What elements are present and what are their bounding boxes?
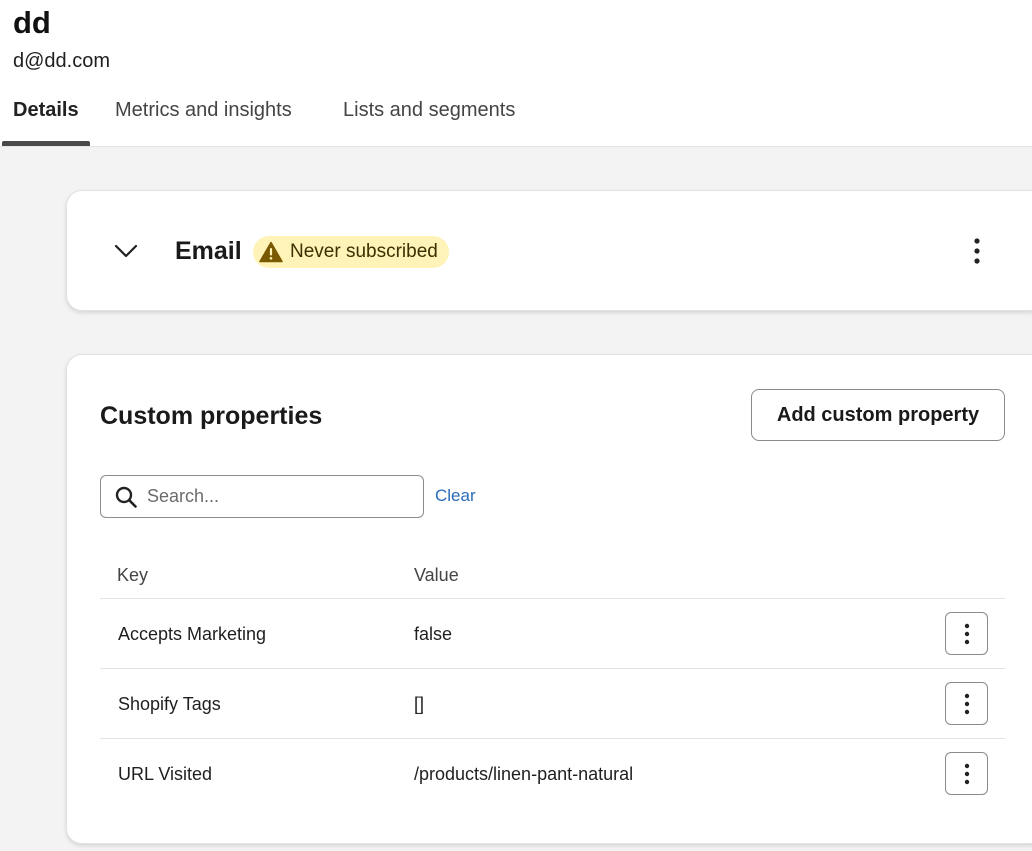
table-row: Shopify Tags [] bbox=[100, 668, 1005, 738]
status-badge: Never subscribed bbox=[253, 236, 449, 268]
add-custom-property-button[interactable]: Add custom property bbox=[751, 389, 1005, 441]
profile-name: dd bbox=[13, 5, 51, 40]
active-tab-indicator bbox=[2, 141, 90, 146]
row-menu-button[interactable] bbox=[945, 752, 988, 795]
column-header-value: Value bbox=[414, 565, 459, 585]
search-box bbox=[100, 475, 424, 518]
column-header-key: Key bbox=[117, 565, 149, 585]
clear-link[interactable]: Clear bbox=[435, 485, 476, 507]
chevron-down-icon[interactable] bbox=[113, 238, 139, 264]
table-row: URL Visited /products/linen-pant-natural bbox=[100, 738, 1005, 808]
row-value: /products/linen-pant-natural bbox=[414, 764, 634, 784]
kebab-menu-icon bbox=[964, 693, 969, 714]
kebab-menu-icon bbox=[964, 763, 969, 784]
profile-email: d@dd.com bbox=[13, 50, 111, 72]
status-badge-label: Never subscribed bbox=[290, 241, 438, 262]
row-menu-button[interactable] bbox=[945, 612, 988, 655]
row-value: false bbox=[414, 624, 453, 644]
profile-header: dd d@dd.com Details Metrics and insights… bbox=[0, 0, 1032, 147]
row-key: URL Visited bbox=[118, 764, 213, 784]
row-key: Shopify Tags bbox=[118, 694, 221, 714]
row-value: [] bbox=[414, 694, 425, 714]
kebab-menu-icon[interactable] bbox=[965, 235, 989, 267]
tab-lists-and-segments[interactable]: Lists and segments bbox=[343, 90, 515, 147]
row-menu-button[interactable] bbox=[945, 682, 988, 725]
search-icon bbox=[115, 486, 137, 508]
row-key: Accepts Marketing bbox=[118, 624, 267, 644]
email-channel-title: Email bbox=[175, 237, 242, 265]
kebab-menu-icon bbox=[964, 623, 969, 644]
tab-metrics-and-insights[interactable]: Metrics and insights bbox=[115, 90, 292, 147]
tab-details[interactable]: Details bbox=[13, 90, 79, 147]
table-row: Accepts Marketing false bbox=[100, 598, 1005, 668]
search-input[interactable] bbox=[147, 477, 413, 516]
custom-properties-title: Custom properties bbox=[100, 402, 323, 430]
custom-properties-card: Custom properties Add custom property Cl… bbox=[66, 354, 1032, 844]
warning-icon bbox=[259, 241, 283, 263]
email-channel-card: Email Never subscribed bbox=[66, 190, 1032, 311]
